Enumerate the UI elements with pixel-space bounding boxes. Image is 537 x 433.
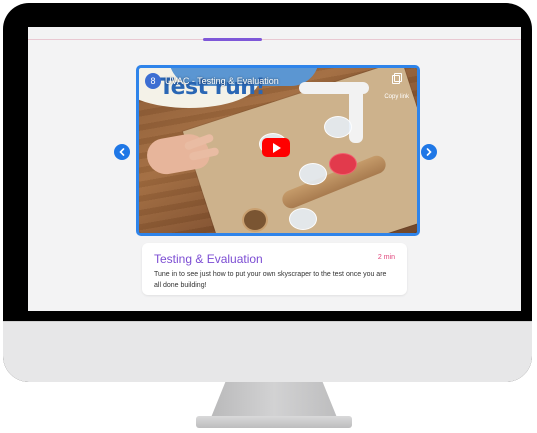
- video-info-card: Testing & Evaluation 2 min Tune in to se…: [142, 243, 407, 295]
- channel-avatar[interactable]: 8: [145, 73, 161, 89]
- play-button[interactable]: [262, 138, 290, 157]
- video-title[interactable]: UVAC - Testing & Evaluation: [165, 76, 279, 86]
- monitor-screen: Test run! 8 UVAC - Testing & Evaluation …: [28, 27, 521, 311]
- chevron-right-icon: [426, 148, 432, 156]
- monitor-stand-base: [196, 416, 352, 428]
- top-divider: [28, 39, 521, 40]
- video-player[interactable]: Test run! 8 UVAC - Testing & Evaluation …: [136, 65, 420, 236]
- chevron-left-icon: [119, 148, 125, 156]
- card-title: Testing & Evaluation: [154, 252, 263, 266]
- monitor-stand-neck: [210, 382, 338, 420]
- card-description: Tune in to see just how to put your own …: [154, 271, 387, 289]
- monitor-chin: [3, 321, 532, 382]
- active-tab-indicator: [203, 38, 262, 41]
- carousel-next-button[interactable]: [421, 144, 437, 160]
- copy-icon: [392, 73, 403, 84]
- carousel-prev-button[interactable]: [114, 144, 130, 160]
- monitor-bezel: Test run! 8 UVAC - Testing & Evaluation …: [3, 3, 532, 382]
- duration-label: 2 min: [377, 254, 395, 261]
- copy-link-label: Copy link: [384, 94, 409, 100]
- copy-link-button[interactable]: Copy link: [384, 73, 409, 103]
